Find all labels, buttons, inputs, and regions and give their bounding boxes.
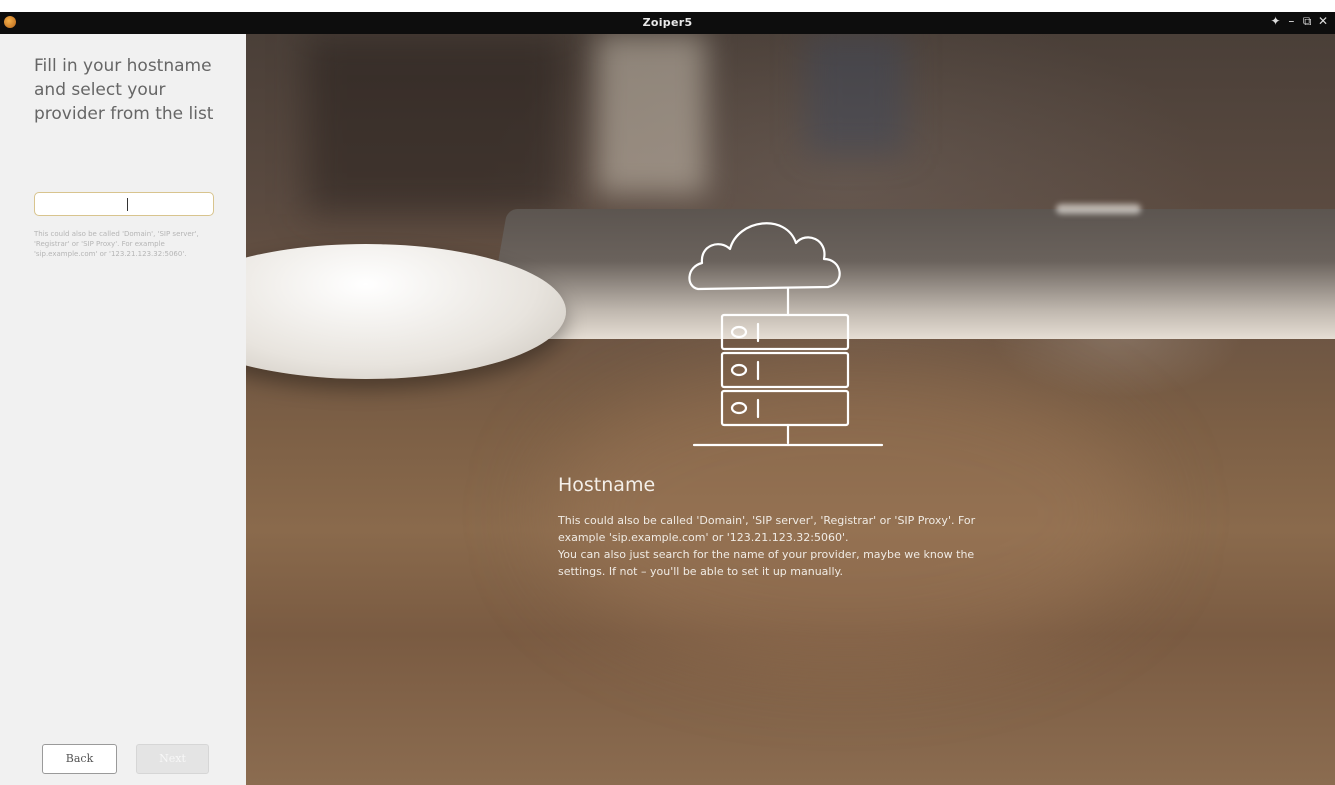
window-controls: ✦ – ⧉ ✕ — [1270, 14, 1329, 29]
background-window-light — [596, 34, 706, 194]
restore-icon[interactable]: ⧉ — [1301, 14, 1313, 29]
minimize-icon[interactable]: – — [1285, 14, 1297, 28]
next-button[interactable]: Next — [136, 744, 209, 774]
window-title: Zoiper5 — [642, 16, 693, 29]
hostname-hint: This could also be called 'Domain', 'SIP… — [34, 230, 199, 258]
cloud-server-icon — [688, 222, 884, 447]
info-panel: Hostname This could also be called 'Doma… — [558, 474, 978, 580]
hostname-input[interactable] — [34, 192, 214, 216]
background-shelf — [806, 34, 906, 154]
text-caret — [127, 198, 128, 211]
laptop-photo — [484, 209, 1335, 339]
close-icon[interactable]: ✕ — [1317, 14, 1329, 28]
main-panel: Hostname This could also be called 'Doma… — [246, 34, 1335, 785]
sidebar-heading: Fill in your hostname and select your pr… — [34, 56, 214, 124]
background-blur — [306, 34, 566, 214]
info-description: This could also be called 'Domain', 'SIP… — [558, 514, 976, 578]
title-bar: Zoiper5 ✦ – ⧉ ✕ — [0, 12, 1335, 34]
laptop-logo — [1056, 204, 1141, 214]
pin-icon[interactable]: ✦ — [1270, 14, 1282, 28]
back-button[interactable]: Back — [42, 744, 117, 774]
sidebar: Fill in your hostname and select your pr… — [0, 34, 246, 785]
info-title: Hostname — [558, 474, 656, 496]
